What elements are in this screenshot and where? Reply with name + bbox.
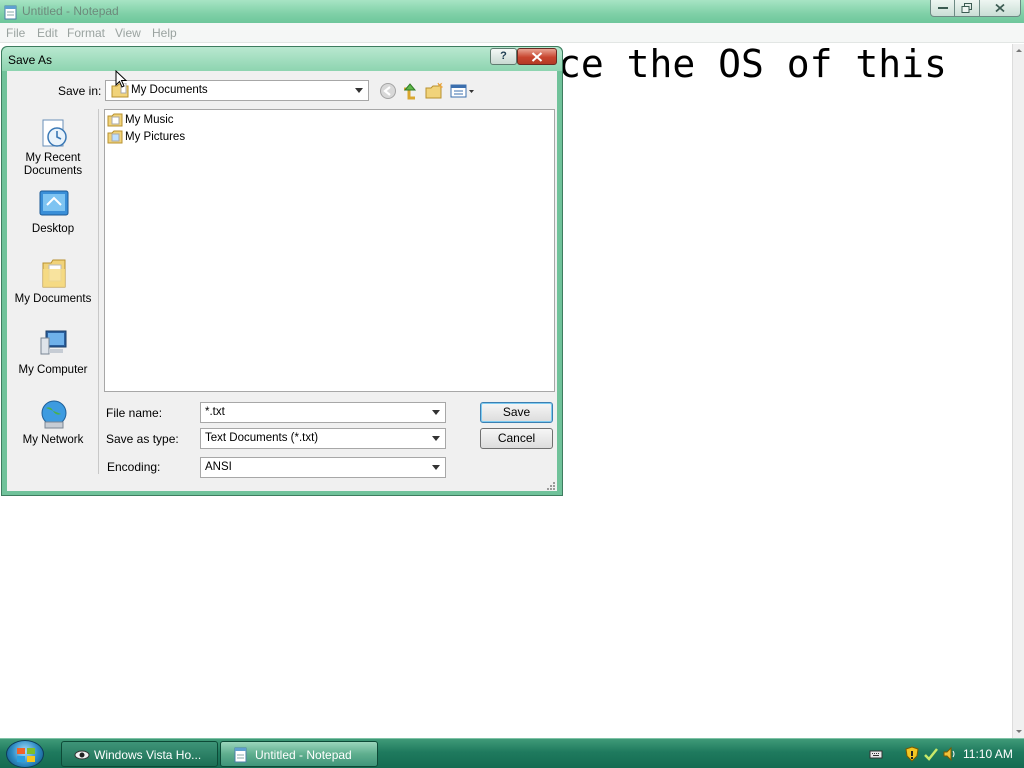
save-button[interactable]: Save (480, 402, 553, 423)
dialog-titlebar[interactable]: Save As ? (2, 47, 562, 71)
browser-icon (74, 747, 90, 763)
system-tray: 11:10 AM (862, 740, 1024, 768)
save-in-value: My Documents (131, 84, 208, 96)
save-as-type-value: Text Documents (*.txt) (205, 432, 319, 444)
help-button[interactable]: ? (490, 48, 517, 65)
save-in-label: Save in: (58, 84, 102, 98)
music-folder-icon (107, 113, 123, 127)
place-label: My Documents (14, 293, 92, 305)
place-label: My Recent Documents (23, 152, 83, 177)
taskbar-item-notepad[interactable]: Untitled - Notepad (220, 741, 378, 767)
up-folder-icon[interactable] (402, 82, 420, 100)
volume-icon[interactable] (942, 746, 958, 762)
chevron-down-icon[interactable] (427, 458, 445, 477)
place-label: Desktop (31, 223, 75, 235)
notepad-menubar: File Edit Format View Help (0, 23, 1024, 43)
keyboard-icon[interactable] (868, 746, 884, 762)
scroll-down-icon[interactable] (1013, 724, 1024, 738)
pictures-folder-icon (107, 130, 123, 144)
save-as-dialog: Save As ? Save in: My Documents My Recen… (1, 46, 563, 496)
chevron-down-icon[interactable] (427, 429, 445, 448)
mouse-cursor-icon (115, 69, 128, 91)
menu-view[interactable]: View (115, 26, 141, 40)
notepad-title: Untitled - Notepad (22, 4, 119, 18)
start-button[interactable] (6, 740, 44, 768)
save-as-type-label: Save as type: (106, 432, 179, 446)
taskbar: Windows Vista Ho... Untitled - Notepad 1… (0, 738, 1024, 768)
file-name: My Music (125, 114, 174, 126)
encoding-value: ANSI (205, 461, 232, 473)
recent-documents-icon (37, 117, 71, 151)
scroll-up-icon[interactable] (1013, 44, 1024, 58)
menu-file[interactable]: File (6, 26, 25, 40)
place-recent-documents[interactable]: My Recent Documents (7, 117, 99, 177)
menu-help[interactable]: Help (152, 26, 177, 40)
menu-format[interactable]: Format (67, 26, 105, 40)
place-desktop[interactable]: Desktop (7, 187, 99, 239)
close-button[interactable] (979, 0, 1021, 17)
my-documents-icon (37, 257, 71, 291)
menu-edit[interactable]: Edit (37, 26, 58, 40)
dialog-body: Save in: My Documents My Recent Document… (7, 71, 557, 491)
new-folder-icon[interactable] (425, 82, 444, 100)
place-label: My Computer (18, 364, 88, 376)
encoding-label: Encoding: (107, 460, 161, 474)
place-my-network[interactable]: My Network (7, 398, 99, 450)
cancel-button[interactable]: Cancel (480, 428, 553, 449)
place-my-computer[interactable]: My Computer (7, 328, 99, 380)
file-name-label: File name: (106, 406, 163, 420)
file-name-field[interactable]: *.txt (200, 402, 446, 423)
security-shield-icon[interactable] (904, 746, 920, 762)
taskbar-item-browser[interactable]: Windows Vista Ho... (61, 741, 218, 767)
network-icon[interactable] (923, 746, 939, 762)
save-as-type-dropdown[interactable]: Text Documents (*.txt) (200, 428, 446, 449)
place-label: My Network (22, 434, 84, 446)
notepad-titlebar[interactable]: Untitled - Notepad (0, 0, 1024, 23)
dialog-close-button[interactable] (517, 48, 557, 65)
vertical-scrollbar[interactable] (1012, 44, 1024, 738)
notepad-icon (233, 747, 249, 763)
views-menu-icon[interactable] (450, 82, 476, 100)
file-name: My Pictures (125, 131, 186, 143)
notepad-icon (4, 4, 18, 20)
place-my-documents[interactable]: My Documents (7, 257, 99, 309)
minimize-button[interactable] (930, 0, 955, 17)
resize-grip-icon[interactable] (545, 479, 555, 493)
dialog-title: Save As (8, 53, 53, 67)
save-in-dropdown[interactable]: My Documents (105, 80, 369, 101)
file-name-value: *.txt (205, 406, 225, 418)
chevron-down-icon[interactable] (427, 403, 445, 422)
restore-button[interactable] (954, 0, 980, 17)
my-computer-icon (37, 328, 71, 362)
my-network-icon (37, 398, 71, 432)
clock[interactable]: 11:10 AM (963, 747, 1013, 761)
places-bar: My Recent Documents Desktop My Documents… (7, 109, 99, 474)
notepad-text: ce the OS of this (558, 42, 947, 86)
desktop-icon (37, 187, 71, 221)
taskbar-item-label: Windows Vista Ho... (94, 748, 202, 762)
chevron-down-icon[interactable] (350, 81, 368, 100)
encoding-dropdown[interactable]: ANSI (200, 457, 446, 478)
file-list[interactable]: My Music My Pictures (104, 109, 555, 392)
back-icon[interactable] (379, 82, 397, 100)
taskbar-item-label: Untitled - Notepad (255, 748, 352, 762)
